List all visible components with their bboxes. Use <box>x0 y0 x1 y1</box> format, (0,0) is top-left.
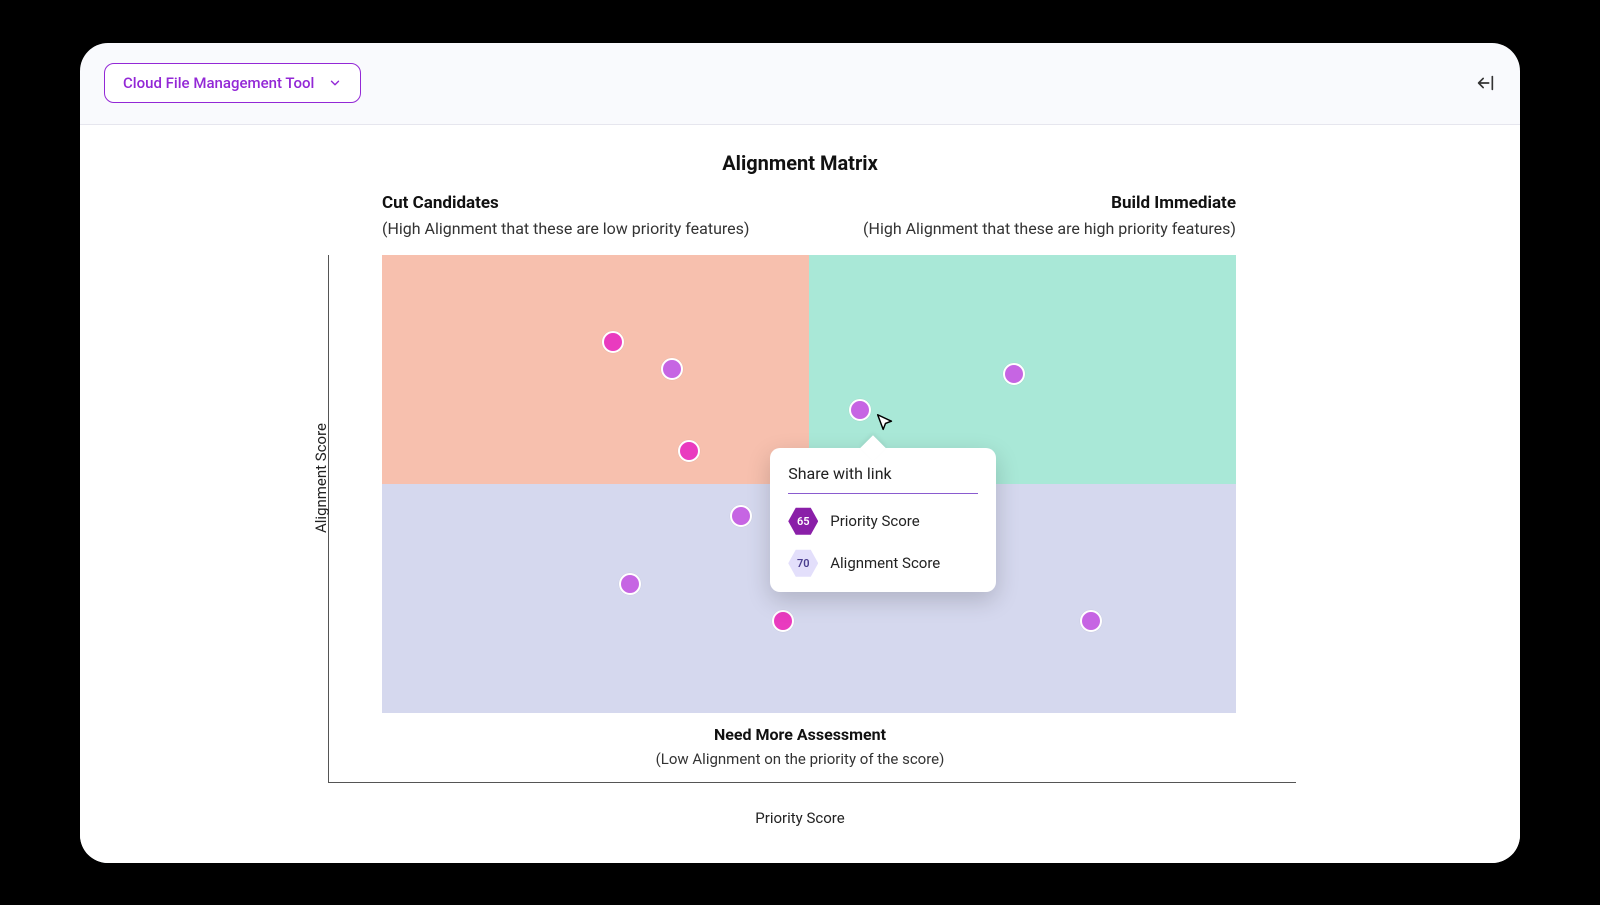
quadrant-label-top-left: Cut Candidates (High Alignment that thes… <box>382 193 749 238</box>
tooltip-row-alignment: 70 Alignment Score <box>788 548 978 578</box>
data-point[interactable] <box>678 440 700 462</box>
chart-title: Alignment Matrix <box>80 125 1520 175</box>
collapse-panel-button[interactable] <box>1474 72 1496 94</box>
data-point[interactable] <box>619 573 641 595</box>
tooltip-row-priority: 65 Priority Score <box>788 506 978 536</box>
point-tooltip: Share with link 65 Priority Score 70 Alignme… <box>770 448 996 592</box>
tooltip-metric-label: Alignment Score <box>830 554 940 572</box>
quadrant-label-bottom: Need More Assessment (Low Alignment on t… <box>500 725 1100 768</box>
quadrant-title: Cut Candidates <box>382 193 749 213</box>
y-axis-label: Alignment Score <box>312 422 330 532</box>
data-point[interactable] <box>772 610 794 632</box>
quadrant-subtitle: (High Alignment that these are high prio… <box>863 219 1236 238</box>
data-point[interactable] <box>849 399 871 421</box>
quadrant-title: Build Immediate <box>863 193 1236 213</box>
project-dropdown-label: Cloud File Management Tool <box>123 74 314 92</box>
hexagon-icon: 70 <box>788 548 818 578</box>
tooltip-metric-label: Priority Score <box>830 512 919 530</box>
chevron-down-icon <box>328 76 342 90</box>
quadrant-subtitle: (Low Alignment on the priority of the sc… <box>500 750 1100 768</box>
plot-area: Share with link 65 Priority Score 70 Alignme… <box>382 255 1236 713</box>
app-card: Cloud File Management Tool Alignment Mat… <box>80 43 1520 863</box>
data-point[interactable] <box>602 331 624 353</box>
data-point[interactable] <box>1080 610 1102 632</box>
quadrant-label-top-right: Build Immediate (High Alignment that the… <box>863 193 1236 238</box>
toolbar: Cloud File Management Tool <box>80 43 1520 125</box>
quadrant-subtitle: (High Alignment that these are low prior… <box>382 219 749 238</box>
quadrant-title: Need More Assessment <box>500 725 1100 744</box>
data-point[interactable] <box>1003 363 1025 385</box>
chart-body: Alignment Matrix Cut Candidates (High Al… <box>80 125 1520 863</box>
project-dropdown[interactable]: Cloud File Management Tool <box>104 63 361 103</box>
x-axis-label: Priority Score <box>80 809 1520 827</box>
tooltip-title: Share with link <box>788 464 978 494</box>
data-point[interactable] <box>730 505 752 527</box>
hexagon-icon: 65 <box>788 506 818 536</box>
quadrant-cut-candidates <box>382 255 809 484</box>
data-point[interactable] <box>661 358 683 380</box>
arrow-left-to-line-icon <box>1474 72 1496 94</box>
